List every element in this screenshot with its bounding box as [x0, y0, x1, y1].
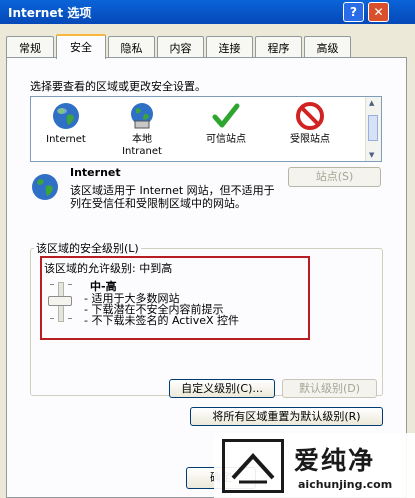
zone-list: Internet 本地 Intranet 可信站点 受限站点 ▲ ▼: [30, 96, 382, 162]
zone-internet[interactable]: Internet: [31, 99, 101, 157]
globe-icon: [32, 174, 58, 200]
tab-connections[interactable]: 连接: [206, 36, 253, 58]
zone-label: 可信站点: [206, 134, 246, 145]
zone-info-title: Internet: [70, 166, 121, 179]
tab-advanced[interactable]: 高级: [304, 36, 351, 58]
zone-info-description: 该区域适用于 Internet 网站，但不适用于列在受信任和受限制区域中的网站。: [70, 184, 275, 210]
level-description-line: - 不下载未签名的 ActiveX 控件: [84, 314, 240, 327]
zone-label: Internet: [46, 134, 86, 145]
tab-general[interactable]: 常规: [6, 36, 54, 58]
security-slider-thumb[interactable]: [48, 296, 72, 306]
restricted-icon: [296, 102, 324, 130]
sites-button[interactable]: 站点(S): [288, 167, 381, 187]
zone-label-line1: 本地: [132, 134, 152, 145]
custom-level-button[interactable]: 自定义级别(C)...: [169, 379, 275, 398]
checkmark-icon: [212, 103, 240, 128]
help-button[interactable]: ?: [343, 2, 364, 22]
slider-tick: [50, 284, 54, 285]
watermark-url: aichunjing.com: [298, 478, 393, 491]
slider-tick: [68, 284, 72, 285]
zone-local-intranet[interactable]: 本地 Intranet: [107, 99, 177, 157]
tab-programs[interactable]: 程序: [255, 36, 302, 58]
scroll-down-icon[interactable]: ▼: [369, 151, 374, 159]
tab-content[interactable]: 内容: [157, 36, 204, 58]
zone-list-scrollbar[interactable]: ▲ ▼: [365, 97, 381, 161]
watermark-text: 爱纯净: [294, 446, 376, 475]
title-bar: Internet 选项 ? ✕: [0, 0, 415, 24]
zone-label-line2: Intranet: [122, 146, 162, 157]
scroll-thumb[interactable]: [368, 115, 378, 141]
slider-tick: [50, 318, 54, 319]
close-button[interactable]: ✕: [368, 2, 389, 22]
zone-trusted-sites[interactable]: 可信站点: [191, 99, 261, 157]
globe-icon: [53, 103, 79, 129]
zone-select-label: 选择要查看的区域或更改安全设置。: [30, 80, 206, 93]
scroll-up-icon[interactable]: ▲: [369, 99, 374, 107]
watermark-logo-icon: [222, 439, 284, 493]
watermark: 爱纯净 aichunjing.com: [214, 433, 415, 498]
tab-security[interactable]: 安全: [56, 34, 106, 59]
zone-restricted-sites[interactable]: 受限站点: [275, 99, 345, 157]
default-level-button[interactable]: 默认级别(D): [282, 379, 377, 398]
tab-privacy[interactable]: 隐私: [108, 36, 155, 58]
window-title: Internet 选项: [8, 6, 92, 20]
zone-label: 受限站点: [290, 134, 330, 145]
security-level-description: - 适用于大多数网站 - 下载潜在不安全内容前提示 - 不下载未签名的 Acti…: [84, 293, 239, 326]
reset-all-zones-button[interactable]: 将所有区域重置为默认级别(R): [190, 407, 383, 426]
network-computer-icon: [131, 103, 153, 129]
slider-tick: [68, 318, 72, 319]
security-level-group-label: 该区域的安全级别(L): [34, 240, 141, 256]
allowed-levels-text: 该区域的允许级别: 中到高: [44, 262, 173, 275]
